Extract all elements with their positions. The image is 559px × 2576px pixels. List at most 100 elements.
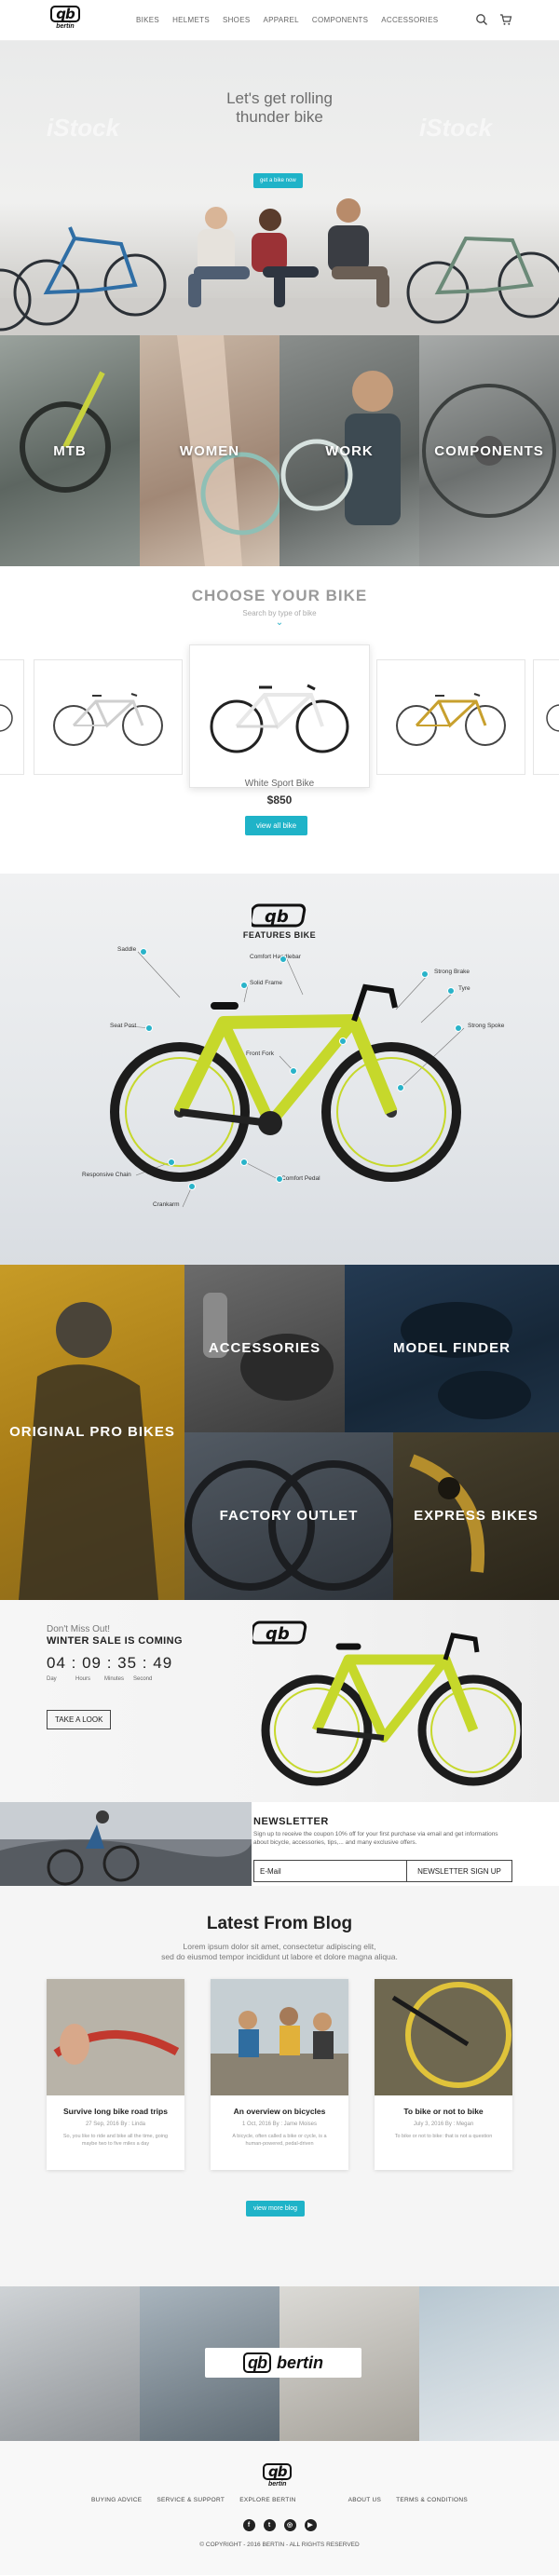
hotspot-dot[interactable]	[397, 1084, 404, 1091]
feature-label-saddle: Saddle	[117, 946, 137, 953]
promo-express-bikes[interactable]: EXPRESS BIKES	[393, 1432, 559, 1600]
hotspot-dot[interactable]	[240, 1159, 248, 1166]
footer-link-terms[interactable]: TERMS & CONDITIONS	[396, 2497, 468, 2503]
newsletter-signup-button[interactable]: NEWSLETTER SIGN UP	[406, 1860, 512, 1882]
bike-price: $850	[266, 793, 293, 807]
search-icon[interactable]	[475, 13, 488, 26]
bike-image	[53, 693, 163, 746]
footer-link-buying-advice[interactable]: BUYING ADVICE	[91, 2497, 142, 2503]
blog-post-card[interactable]: Survive long bike road trips 27 Sep, 201…	[47, 1979, 184, 2170]
hotspot-dot[interactable]	[421, 970, 429, 978]
post-title: Survive long bike road trips	[63, 2107, 168, 2116]
hotspot-dot[interactable]	[140, 948, 147, 956]
feature-label-handlebar: Comfort Handlebar	[250, 954, 301, 960]
wheel-closeup-photo	[375, 1979, 512, 2095]
post-excerpt: To bike or not to bike: that is not a qu…	[394, 2134, 493, 2139]
hotspot-dot[interactable]	[240, 982, 248, 989]
nav-accessories[interactable]: ACCESSORIES	[381, 16, 438, 24]
hotspot-dot[interactable]	[455, 1024, 462, 1032]
twitter-icon[interactable]: t	[263, 2519, 276, 2531]
sale-bike-image	[261, 1633, 522, 1786]
nav-helmets[interactable]: HELMETS	[172, 16, 210, 24]
bike-card-selected[interactable]	[189, 644, 370, 788]
view-more-blog-button[interactable]: view more blog	[246, 2201, 306, 2217]
cart-icon[interactable]	[499, 13, 512, 26]
feature-label-tyre: Tyre	[458, 985, 470, 992]
bike-card[interactable]	[34, 659, 183, 775]
bike-card[interactable]	[533, 659, 559, 775]
footer-link-service[interactable]: SERVICE & SUPPORT	[157, 2497, 225, 2503]
newsletter-section: NEWSLETTER Sign up to receive the coupon…	[0, 1802, 559, 1886]
unit-minutes: Minutes	[104, 1676, 125, 1682]
hotspot-dot[interactable]	[145, 1024, 153, 1032]
blog-post-card[interactable]: An overview on bicycles 1 Oct, 2016 By :…	[211, 1979, 348, 2170]
bike-name: White Sport Bike	[244, 779, 315, 789]
footer-banner: qb bertin	[0, 2286, 559, 2441]
hotspot-dot[interactable]	[280, 956, 287, 963]
section-title: CHOOSE YOUR BIKE	[191, 587, 368, 604]
blog-section: Latest From Blog Lorem ipsum dolor sit a…	[0, 1886, 559, 2286]
post-meta: 1 Oct, 2016 By : Jame Moises	[241, 2122, 318, 2127]
footer-link-about[interactable]: ABOUT US	[348, 2497, 382, 2503]
category-women[interactable]: WOMEN	[140, 335, 280, 566]
chevron-down-icon: ⌄	[275, 617, 284, 628]
main-nav: BIKES HELMETS SHOES APPAREL COMPONENTS A…	[136, 16, 438, 24]
instagram-icon[interactable]: ◎	[283, 2519, 296, 2531]
unit-second: Second	[133, 1676, 153, 1682]
category-label: WORK	[325, 442, 374, 459]
category-tiles: MTB WOMEN WORK COMPONENTS	[0, 335, 559, 566]
bike-card[interactable]	[376, 659, 525, 775]
newsletter-text: Sign up to receive the coupon 10% off fo…	[253, 1831, 498, 1846]
nav-bikes[interactable]: BIKES	[136, 16, 159, 24]
footer-links: BUYING ADVICE SERVICE & SUPPORT EXPLORE …	[0, 2497, 559, 2503]
nav-shoes[interactable]: SHOES	[223, 16, 251, 24]
youtube-icon[interactable]: ▶	[304, 2519, 317, 2531]
section-title: Latest From Blog	[206, 1914, 353, 1933]
category-work[interactable]: WORK	[280, 335, 419, 566]
group-cyclists-photo	[211, 1979, 348, 2095]
logo-word: bertin	[276, 2352, 323, 2372]
hotspot-dot[interactable]	[188, 1183, 196, 1190]
category-mtb[interactable]: MTB	[0, 335, 140, 566]
blog-post-card[interactable]: To bike or not to bike July 3, 2016 By :…	[375, 1979, 512, 2170]
bike-image	[210, 684, 349, 753]
post-image	[375, 1979, 512, 2095]
view-all-bike-button[interactable]: view all bike	[245, 816, 308, 835]
banner-photo	[0, 2286, 140, 2441]
bike-image	[396, 693, 506, 746]
facebook-icon[interactable]: f	[242, 2519, 255, 2531]
unit-day: Day	[47, 1676, 57, 1682]
hotspot-dot[interactable]	[339, 1037, 347, 1045]
post-excerpt: A bicycle, often called a bike or cycle,…	[232, 2134, 327, 2147]
bike-carousel	[0, 644, 559, 788]
feature-label-frame: Solid Frame	[250, 980, 283, 986]
category-components[interactable]: COMPONENTS	[419, 335, 559, 566]
feature-label-chain: Responsive Chain	[82, 1172, 131, 1178]
email-field[interactable]	[253, 1860, 407, 1882]
footer-link-explore[interactable]: EXPLORE BERTIN	[239, 2497, 295, 2503]
sale-title: WINTER SALE IS COMING	[47, 1635, 183, 1647]
brand-logo[interactable]: qb bertin	[48, 6, 82, 30]
logo-mark: qb	[263, 2463, 293, 2480]
footer-logo[interactable]: qb bertin	[263, 2463, 293, 2488]
hotspot-dot[interactable]	[447, 987, 455, 995]
promo-model-finder[interactable]: MODEL FINDER	[345, 1265, 559, 1432]
countdown-units: Day Hours Minutes Second	[47, 1676, 162, 1682]
nav-apparel[interactable]: APPAREL	[263, 16, 298, 24]
hotspot-dot[interactable]	[168, 1159, 175, 1166]
nav-components[interactable]: COMPONENTS	[312, 16, 368, 24]
post-meta: 27 Sep, 2016 By : Linda	[85, 2122, 146, 2127]
promo-label: FACTORY OUTLET	[219, 1508, 359, 1524]
promo-pretitle: Don't Miss Out!	[47, 1624, 111, 1634]
promo-factory-outlet[interactable]: FACTORY OUTLET	[184, 1432, 393, 1600]
section-subtitle: Search by type of bike	[242, 609, 317, 617]
hotspot-dot[interactable]	[276, 1175, 283, 1183]
promo-original-pro-bikes[interactable]: ORIGINAL PRO BIKES	[0, 1265, 184, 1600]
take-a-look-button[interactable]: TAKE A LOOK	[47, 1710, 112, 1729]
bike-card[interactable]	[0, 659, 24, 775]
promo-accessories[interactable]: ACCESSORIES	[184, 1265, 345, 1432]
feature-label-seatpost: Seat Post	[110, 1023, 137, 1029]
unit-hours: Hours	[75, 1676, 91, 1682]
hotspot-dot[interactable]	[290, 1067, 297, 1075]
hero-photo	[0, 198, 559, 335]
